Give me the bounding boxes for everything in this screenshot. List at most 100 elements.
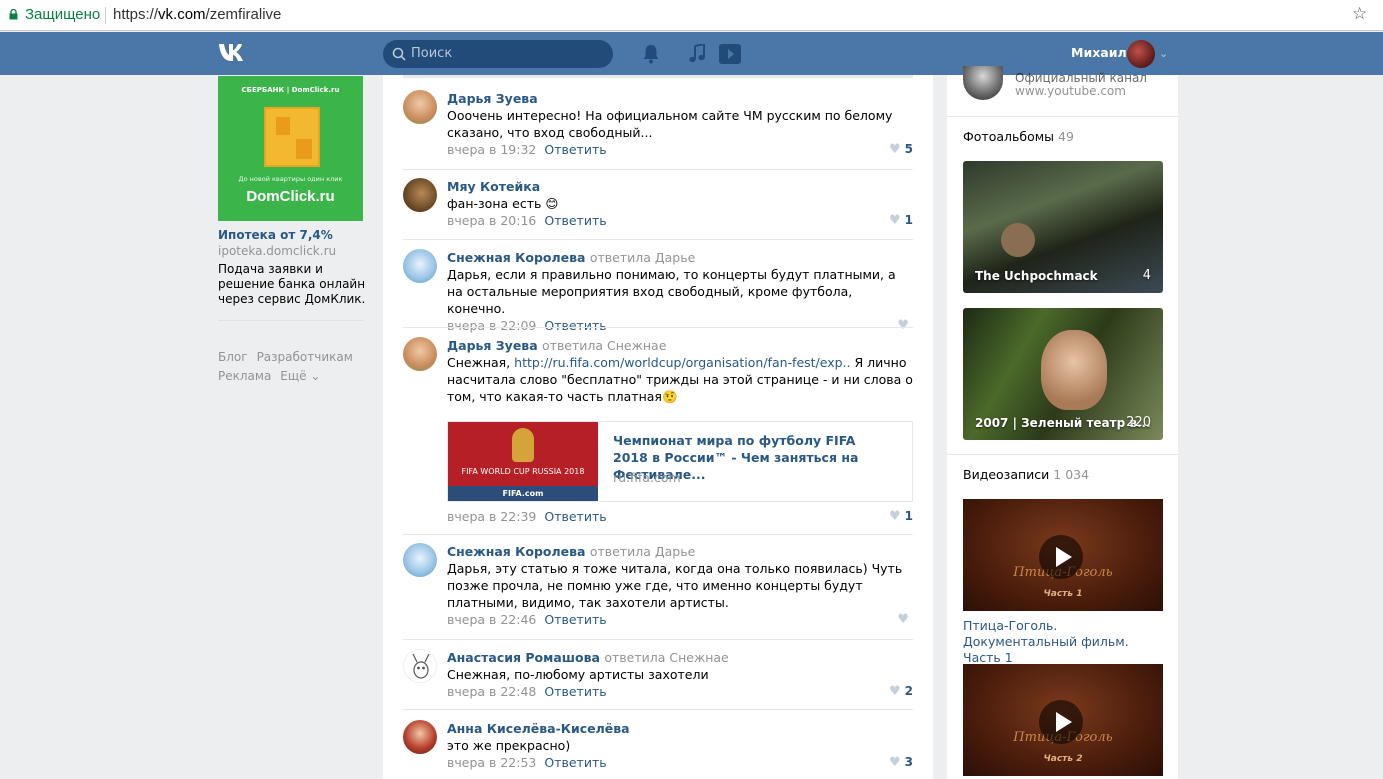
heart-icon: ♥ — [897, 318, 909, 333]
comment-time[interactable]: вчера в 22:39 — [447, 509, 536, 524]
lock-icon — [9, 9, 18, 20]
comment-author[interactable]: Дарья Зуева ответила Снежнае — [447, 337, 913, 354]
bookmark-star-icon[interactable]: ☆ — [1352, 4, 1367, 24]
comment-link[interactable]: http://ru.fifa.com/worldcup/organisation… — [514, 355, 850, 370]
footer-link-more[interactable]: Ещё ⌄ — [280, 369, 320, 383]
comment-time[interactable]: вчера в 19:32 — [447, 142, 536, 157]
channel-avatar[interactable] — [963, 66, 1003, 100]
cartoon-avatar-icon — [412, 653, 430, 679]
comment-author[interactable]: Анастасия Ромашова ответила Снежнае — [447, 649, 913, 666]
comment-avatar[interactable] — [403, 543, 437, 577]
comment-avatar[interactable] — [403, 649, 437, 683]
albums-title: Фотоальбомы — [963, 129, 1055, 144]
search-input[interactable]: Поиск — [383, 40, 613, 68]
footer-link-developers[interactable]: Разработчикам — [257, 350, 353, 364]
user-name[interactable]: Михаил — [1071, 45, 1127, 60]
comment-meta: вчера в 19:32 Ответить ♥ 5 — [447, 141, 913, 158]
footer-link-blog[interactable]: Блог — [218, 350, 248, 364]
album-card[interactable]: 2007 | Зеленый театр в... 220 — [963, 308, 1163, 440]
ad-banner-image[interactable]: СБЕРБАНК | DomClick.ru До новой квартиры… — [218, 76, 363, 221]
like-button[interactable]: ♥ 1 — [889, 508, 913, 525]
video-caption[interactable]: Птица-Гоголь. Документальный фильм. Част… — [963, 618, 1163, 666]
comment-author[interactable]: Снежная Королева ответила Дарье — [447, 543, 913, 560]
comment-time[interactable]: вчера в 22:09 — [447, 318, 536, 333]
videos-header[interactable]: Видеозаписи 1 034 — [963, 467, 1089, 482]
url-field[interactable]: https://vk.com/zemfiralive — [113, 6, 281, 23]
comment-text: Дарья, если я правильно понимаю, то конц… — [447, 267, 896, 316]
comments-feed: Дарья Зуева Ооочень интересно! На официа… — [383, 75, 933, 779]
reply-button[interactable]: Ответить — [544, 612, 606, 627]
heart-icon: ♥ — [888, 755, 901, 770]
comment-author[interactable]: Снежная Королева ответила Дарье — [447, 249, 913, 266]
like-button[interactable]: ♥ 3 — [889, 754, 913, 771]
secure-label[interactable]: Защищено — [25, 6, 100, 23]
link-preview-domain: ru.fifa.com — [613, 470, 681, 485]
comment-author[interactable]: Мяу Котейка — [447, 178, 913, 195]
comment-text: Дарья, эту статью я тоже читала, когда о… — [447, 561, 903, 610]
chevron-down-icon[interactable]: ⌄ — [1159, 47, 1168, 60]
comment-divider — [403, 639, 913, 640]
comment-avatar[interactable] — [403, 720, 437, 754]
reply-button[interactable]: Ответить — [544, 684, 606, 699]
video-thumbnail[interactable]: Птица-Гоголь Часть 2 — [963, 664, 1163, 776]
comment-meta: вчера в 22:53 Ответить ♥ 3 — [447, 754, 913, 771]
video-thumbnail[interactable]: Птица-Гоголь Часть 1 — [963, 499, 1163, 611]
link-preview-thumbnail: FIFA WORLD CUP RUSSIA 2018 FIFA.com — [448, 422, 598, 501]
comment-avatar[interactable] — [403, 178, 437, 212]
search-placeholder: Поиск — [411, 46, 453, 61]
ad-title[interactable]: Ипотека от 7,4% — [218, 228, 333, 242]
comment-divider — [403, 169, 913, 170]
comment-author[interactable]: Дарья Зуева — [447, 90, 913, 107]
comment-time[interactable]: вчера в 22:46 — [447, 612, 536, 627]
comment-avatar[interactable] — [403, 249, 437, 283]
like-count: 1 — [904, 213, 913, 227]
heart-icon: ♥ — [888, 142, 901, 157]
like-button[interactable]: ♥ 1 — [889, 212, 913, 229]
reply-button[interactable]: Ответить — [544, 755, 606, 770]
comment-text: Снежная, по-любому артисты захотели — [447, 667, 709, 682]
comment-author[interactable]: Анна Киселёва-Киселёва — [447, 720, 913, 737]
video-overlay-part: Часть 2 — [1043, 754, 1083, 764]
albums-header[interactable]: Фотоальбомы 49 — [963, 129, 1074, 144]
url-host: vk.com — [158, 6, 206, 23]
music-note-icon[interactable] — [688, 44, 706, 64]
comment-avatar[interactable] — [403, 90, 437, 124]
like-count: 1 — [904, 509, 913, 523]
thumbnail-caption: FIFA WORLD CUP RUSSIA 2018 — [461, 467, 585, 476]
notifications-bell-icon[interactable] — [642, 44, 660, 64]
like-button[interactable]: ♥ 5 — [889, 141, 913, 158]
reply-button[interactable]: Ответить — [544, 213, 606, 228]
album-photo-face — [1001, 223, 1035, 257]
footer-link-ads[interactable]: Реклама — [218, 369, 271, 383]
comment-divider — [403, 534, 913, 535]
thumbnail-brand: FIFA.com — [448, 486, 598, 501]
play-icon[interactable] — [1039, 535, 1083, 579]
reply-button[interactable]: Ответить — [544, 142, 606, 157]
heart-icon: ♥ — [888, 509, 901, 524]
heart-icon: ♥ — [888, 684, 901, 699]
album-caption: The Uchpochmack — [975, 269, 1098, 283]
address-divider — [105, 7, 106, 24]
like-button[interactable]: ♥ — [897, 611, 913, 628]
video-play-icon[interactable] — [718, 43, 742, 65]
like-count: 3 — [904, 755, 913, 769]
vk-logo-icon[interactable] — [218, 42, 252, 64]
comment-avatar[interactable] — [403, 337, 437, 371]
album-card[interactable]: The Uchpochmack 4 — [963, 161, 1163, 293]
comment-time[interactable]: вчера в 20:16 — [447, 213, 536, 228]
trophy-icon — [512, 428, 534, 462]
like-button[interactable]: ♥ — [897, 317, 913, 334]
comment-time[interactable]: вчера в 22:48 — [447, 684, 536, 699]
reply-button[interactable]: Ответить — [544, 318, 606, 333]
user-avatar[interactable] — [1127, 40, 1155, 68]
feed-top-divider — [403, 75, 913, 78]
link-preview-card[interactable]: FIFA WORLD CUP RUSSIA 2018 FIFA.com Чемп… — [447, 421, 913, 502]
comment-divider — [403, 239, 913, 240]
comment-time[interactable]: вчера в 22:53 — [447, 755, 536, 770]
reply-button[interactable]: Ответить — [544, 509, 606, 524]
comment-meta: вчера в 22:46 Ответить ♥ — [447, 611, 913, 628]
channel-name[interactable]: Официальный канал — [1015, 71, 1147, 85]
play-icon[interactable] — [1039, 700, 1083, 744]
like-button[interactable]: ♥ 2 — [889, 683, 913, 700]
like-count: 2 — [904, 684, 913, 698]
